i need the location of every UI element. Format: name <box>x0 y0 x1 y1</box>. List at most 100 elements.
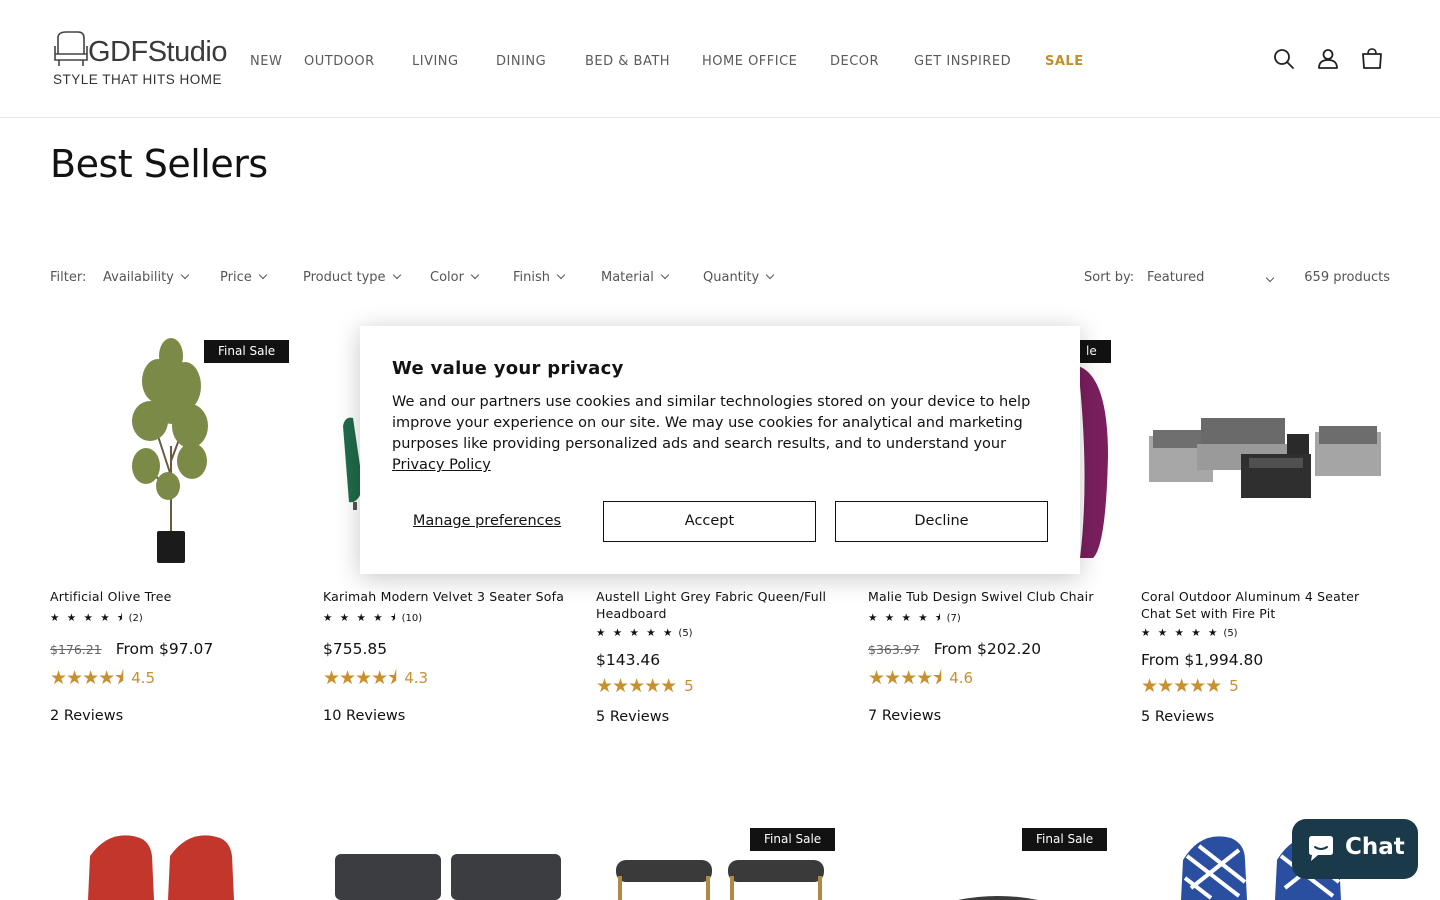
account-icon[interactable] <box>1315 46 1341 72</box>
rating-value: 5 <box>1229 677 1239 695</box>
mini-star-rating: ★ ★ ★ ★ ⯨ (7) <box>868 610 1116 628</box>
star-rating: ★★★★★ 5 <box>596 675 844 697</box>
rating-count: (7) <box>946 613 961 624</box>
privacy-policy-link[interactable]: Privacy Policy <box>392 457 491 473</box>
filter-material[interactable]: Material <box>601 270 670 285</box>
nav-item-home-office[interactable]: HOME OFFICE <box>702 54 797 69</box>
site-header: GDFStudio STYLE THAT HITS HOME NEW OUTDO… <box>0 0 1440 118</box>
rating-value: 4.6 <box>949 669 974 687</box>
rating-count: (10) <box>401 613 423 624</box>
cookie-consent-dialog: We value your privacy We and our partner… <box>360 326 1080 574</box>
nav-item-bed-bath[interactable]: BED & BATH <box>585 54 670 69</box>
search-icon[interactable] <box>1271 46 1297 72</box>
sort-value: Featured <box>1147 270 1205 285</box>
outdoor-chat-set-image <box>1149 418 1381 498</box>
cart-icon[interactable] <box>1359 46 1385 72</box>
price-row: $143.46 <box>596 651 844 669</box>
mini-stars: ★ ★ ★ ★ ★ <box>596 627 675 639</box>
compare-price: $176.21 <box>50 642 102 657</box>
reviews-link[interactable]: 10 Reviews <box>323 708 571 724</box>
nav-item-get-inspired[interactable]: GET INSPIRED <box>914 54 1011 69</box>
filter-price[interactable]: Price <box>220 270 267 285</box>
nav-item-living[interactable]: LIVING <box>412 54 459 69</box>
reviews-link[interactable]: 5 Reviews <box>596 709 844 725</box>
product-image[interactable] <box>50 326 298 574</box>
product-title[interactable]: Coral Outdoor Aluminum 4 Seater Chat Set… <box>1141 588 1389 622</box>
accept-button[interactable]: Accept <box>603 501 816 542</box>
sale-price: From $97.07 <box>115 640 214 658</box>
filter-product-type[interactable]: Product type <box>303 270 401 285</box>
nav-item-new[interactable]: NEW <box>250 54 282 69</box>
price-row: $176.21 From $97.07 <box>50 640 298 658</box>
rating-count: (5) <box>1223 628 1238 639</box>
sort-label: Sort by: <box>1084 270 1135 285</box>
brand-logo[interactable]: GDFStudio STYLE THAT HITS HOME <box>50 30 227 90</box>
product-image[interactable] <box>1141 326 1389 574</box>
product-image[interactable] <box>50 826 298 900</box>
reviews-link[interactable]: 2 Reviews <box>50 708 298 724</box>
product-title[interactable]: Karimah Modern Velvet 3 Seater Sofa <box>323 588 571 605</box>
page-title: Best Sellers <box>50 142 268 186</box>
mini-stars: ★ ★ ★ ★ ⯨ <box>50 612 125 624</box>
product-title[interactable]: Artificial Olive Tree <box>50 588 298 605</box>
filter-finish-label: Finish <box>513 270 551 285</box>
nav-item-decor[interactable]: DECOR <box>830 54 879 69</box>
chevron-down-icon <box>258 270 267 280</box>
chevron-down-icon <box>1265 273 1275 283</box>
brand-name: GDFStudio <box>88 36 227 68</box>
olive-tree-image <box>132 338 208 563</box>
brand-tagline: STYLE THAT HITS HOME <box>53 72 223 87</box>
star-rating: ★★★★⯨ 4.6 <box>868 664 1116 696</box>
chevron-down-icon <box>556 270 566 280</box>
chevron-down-icon <box>470 270 480 280</box>
sale-price: From $202.20 <box>933 640 1042 658</box>
rating-value: 4.5 <box>131 669 156 687</box>
price-row: $363.97 From $202.20 <box>868 640 1116 658</box>
sort-select[interactable]: Featured <box>1147 270 1277 285</box>
stars-icon: ★★★★★ <box>596 675 677 697</box>
filter-finish[interactable]: Finish <box>513 270 566 285</box>
product-title[interactable]: Malie Tub Design Swivel Club Chair <box>868 588 1116 605</box>
final-sale-badge: Final Sale <box>750 828 836 851</box>
rating-count: (5) <box>678 628 693 639</box>
nav-item-dining[interactable]: DINING <box>496 54 546 69</box>
cookie-title: We value your privacy <box>392 358 624 379</box>
price-row: $755.85 <box>323 640 571 658</box>
mini-star-rating: ★ ★ ★ ★ ⯨ (2) <box>50 610 298 628</box>
decline-button[interactable]: Decline <box>835 501 1048 542</box>
product-image[interactable] <box>323 826 571 900</box>
chevron-down-icon <box>660 270 670 280</box>
mini-star-rating: ★ ★ ★ ★ ⯨ (10) <box>323 610 571 628</box>
rating-value: 5 <box>684 677 694 695</box>
filter-quantity[interactable]: Quantity <box>703 270 775 285</box>
chat-button[interactable]: Chat <box>1292 819 1418 879</box>
filter-availability-label: Availability <box>103 270 174 285</box>
sale-price: From $1,994.80 <box>1141 651 1264 669</box>
filter-bar: Filter: Availability Price Product type … <box>50 270 1390 292</box>
chevron-down-icon <box>392 270 401 280</box>
nav-item-outdoor[interactable]: OUTDOOR <box>304 54 375 69</box>
reviews-link[interactable]: 5 Reviews <box>1141 709 1389 725</box>
chat-bubble-icon <box>1309 836 1333 861</box>
filter-color[interactable]: Color <box>430 270 480 285</box>
star-rating: ★★★★⯨ 4.5 <box>50 664 298 696</box>
chevron-down-icon <box>765 270 775 280</box>
mini-stars: ★ ★ ★ ★ ⯨ <box>868 612 943 624</box>
filter-quantity-label: Quantity <box>703 270 760 285</box>
mini-stars: ★ ★ ★ ★ ⯨ <box>323 612 398 624</box>
product-title[interactable]: Austell Light Grey Fabric Queen/Full Hea… <box>596 588 844 622</box>
chevron-down-icon <box>180 270 190 280</box>
rating-value: 4.3 <box>404 669 429 687</box>
manage-preferences-button[interactable]: Manage preferences <box>392 501 582 541</box>
filter-availability[interactable]: Availability <box>103 270 190 285</box>
final-sale-badge: Final Sale <box>204 340 290 363</box>
mini-stars: ★ ★ ★ ★ ★ <box>1141 627 1220 639</box>
stars-icon: ★★★★⯨ <box>50 667 124 689</box>
nav-item-sale[interactable]: SALE <box>1045 54 1084 69</box>
compare-price: $363.97 <box>868 642 920 657</box>
product-count: 659 products <box>1304 270 1390 285</box>
cookie-body: We and our partners use cookies and simi… <box>392 392 1052 476</box>
reviews-link[interactable]: 7 Reviews <box>868 708 1116 724</box>
star-rating: ★★★★⯨ 4.3 <box>323 664 571 696</box>
final-sale-badge: Final Sale <box>1022 828 1108 851</box>
